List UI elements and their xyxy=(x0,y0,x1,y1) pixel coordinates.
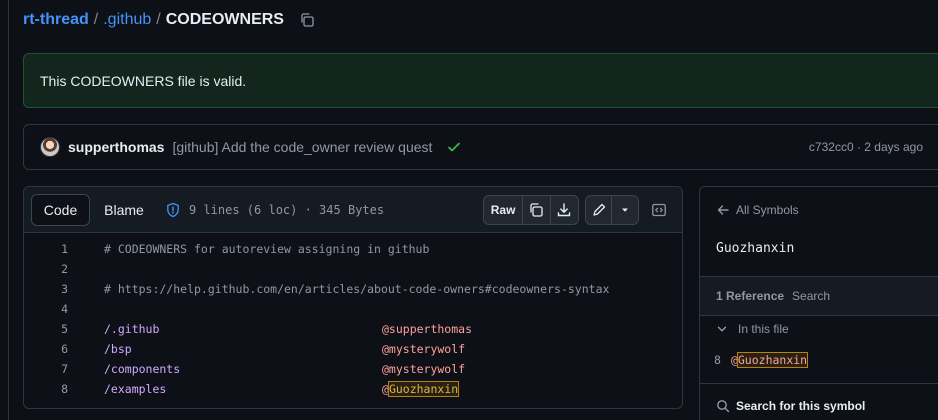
arrow-left-icon xyxy=(716,203,730,217)
line-number[interactable]: 8 xyxy=(24,382,68,396)
codeowners-path: /bsp xyxy=(104,342,132,356)
copy-path-icon[interactable] xyxy=(298,11,316,29)
commit-message-link[interactable]: [github] Add the code_owner review quest xyxy=(172,139,432,155)
symbols-panel-toggle-icon[interactable] xyxy=(646,197,672,223)
search-link[interactable]: Search xyxy=(792,289,830,303)
line-content: # CODEOWNERS for autoreview assigning in… xyxy=(104,242,430,256)
codeowners-path: /.github xyxy=(104,322,160,336)
breadcrumb: rt-thread / .github / CODEOWNERS xyxy=(23,8,316,32)
breadcrumb-repo-link[interactable]: rt-thread xyxy=(23,11,89,29)
search-for-symbol-button[interactable]: Search for this symbol xyxy=(700,383,938,420)
file-header: Code Blame 9 lines (6 loc) · 345 Bytes R… xyxy=(24,187,682,233)
symbol-name: Guozhanxin xyxy=(716,241,795,256)
avatar[interactable] xyxy=(40,137,60,157)
line-content: /components @mysterywolf xyxy=(104,362,465,376)
all-symbols-link[interactable]: All Symbols xyxy=(716,203,799,217)
highlighted-symbol[interactable]: Guozhanxin xyxy=(387,381,460,397)
reference-line-number: 8 xyxy=(714,353,721,367)
code-line: 1 # CODEOWNERS for autoreview assigning … xyxy=(24,239,682,259)
tab-blame[interactable]: Blame xyxy=(92,194,156,226)
left-rail xyxy=(0,0,9,420)
chevron-down-icon xyxy=(716,323,728,335)
latest-commit-bar: supperthomas [github] Add the code_owner… xyxy=(23,124,938,170)
search-for-symbol-label: Search for this symbol xyxy=(736,398,866,413)
reference-item[interactable]: 8 @ Guozhanxin xyxy=(714,352,809,368)
code-line: 3 # https://help.github.com/en/articles/… xyxy=(24,279,682,299)
codeowners-owner[interactable]: @mysterywolf xyxy=(382,342,465,356)
codeowners-owner[interactable]: @mysterywolf xyxy=(382,362,465,376)
codeowners-owner[interactable]: @supperthomas xyxy=(382,322,472,336)
line-number[interactable]: 3 xyxy=(24,282,68,296)
code-line: 7 /components @mysterywolf xyxy=(24,359,682,379)
check-icon[interactable] xyxy=(446,139,462,155)
pencil-icon[interactable] xyxy=(586,196,613,224)
line-content: /examples @Guozhanxin xyxy=(104,381,460,397)
line-number[interactable]: 1 xyxy=(24,242,68,256)
file-info: 9 lines (6 loc) · 345 Bytes xyxy=(189,202,385,217)
line-number[interactable]: 4 xyxy=(24,302,68,316)
codeowners-owner-prefix: @ xyxy=(382,382,389,396)
line-number[interactable]: 6 xyxy=(24,342,68,356)
reference-count: 1 Reference xyxy=(716,289,785,303)
code-line: 6 /bsp @mysterywolf xyxy=(24,339,682,359)
code-line: 8 /examples @Guozhanxin xyxy=(24,379,682,399)
references-bar: 1 Reference Search xyxy=(700,276,938,316)
codeowners-path: /examples xyxy=(104,382,167,396)
code-line: 2 xyxy=(24,259,682,279)
breadcrumb-folder-link[interactable]: .github xyxy=(103,11,151,29)
in-this-file-label: In this file xyxy=(738,322,789,336)
code-lines: 1 # CODEOWNERS for autoreview assigning … xyxy=(24,233,682,399)
raw-copy-download-group: Raw xyxy=(483,195,579,225)
commit-hash-time[interactable]: c732cc0 · 2 days ago xyxy=(809,140,923,154)
codeowners-valid-banner: This CODEOWNERS file is valid. xyxy=(23,53,938,108)
shield-icon[interactable] xyxy=(165,202,181,218)
edit-group xyxy=(585,195,639,225)
line-content: # https://help.github.com/en/articles/ab… xyxy=(104,282,610,296)
line-content: /.github @supperthomas xyxy=(104,322,472,336)
line-number[interactable]: 2 xyxy=(24,262,68,276)
chevron-down-icon[interactable] xyxy=(612,196,638,224)
download-icon[interactable] xyxy=(551,196,578,224)
reference-prefix: @ xyxy=(730,353,738,367)
file-viewer: Code Blame 9 lines (6 loc) · 345 Bytes R… xyxy=(23,186,683,409)
copy-raw-icon[interactable] xyxy=(523,196,551,224)
breadcrumb-current-file: CODEOWNERS xyxy=(165,11,284,28)
breadcrumb-separator: / xyxy=(156,11,161,28)
all-symbols-label: All Symbols xyxy=(736,203,799,217)
code-line: 4 xyxy=(24,299,682,319)
raw-button[interactable]: Raw xyxy=(484,196,524,224)
banner-message: This CODEOWNERS file is valid. xyxy=(40,72,247,89)
in-this-file-toggle[interactable]: In this file xyxy=(716,322,789,336)
codeowners-path: /components xyxy=(104,362,181,376)
line-content: /bsp @mysterywolf xyxy=(104,342,465,356)
reference-text: Guozhanxin xyxy=(736,352,809,368)
line-number[interactable]: 7 xyxy=(24,362,68,376)
breadcrumb-separator: / xyxy=(93,11,99,28)
line-number[interactable]: 5 xyxy=(24,322,68,336)
code-line: 5 /.github @supperthomas xyxy=(24,319,682,339)
view-toggle: Code Blame xyxy=(31,193,156,226)
symbols-panel: All Symbols Guozhanxin 1 Reference Searc… xyxy=(699,186,938,420)
search-icon xyxy=(716,399,730,413)
tab-code[interactable]: Code xyxy=(31,193,90,226)
commit-author-link[interactable]: supperthomas xyxy=(68,139,164,155)
